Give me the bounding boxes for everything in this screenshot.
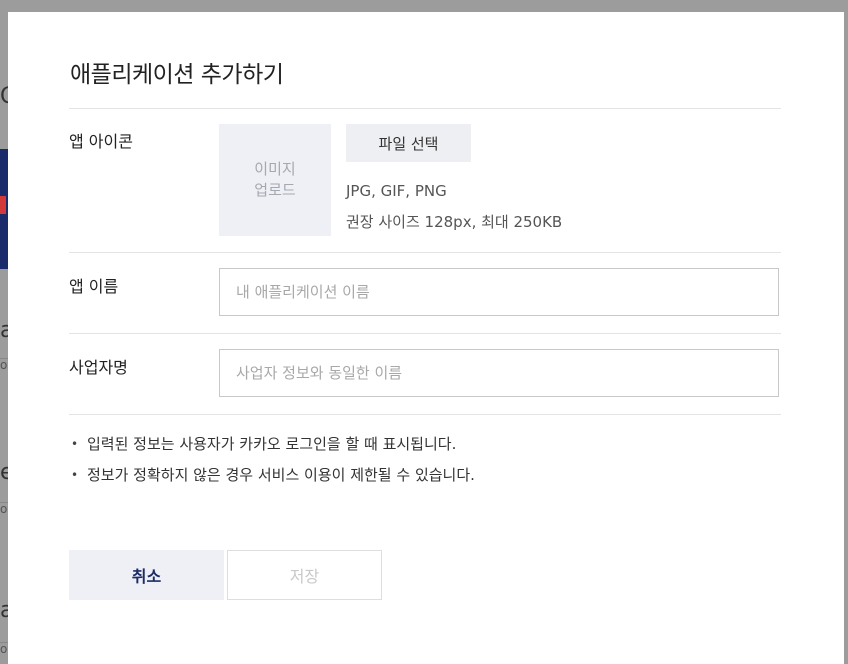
background-text: C: [0, 86, 8, 108]
image-size-hint: 권장 사이즈 128px, 최대 250KB: [346, 213, 563, 231]
app-name-input[interactable]: [219, 268, 779, 316]
background-subtext: o: [0, 358, 8, 371]
bullet-icon: •: [71, 437, 79, 451]
add-application-dialog: 애플리케이션 추가하기 앱 아이콘 이미지 업로드 파일 선택 JPG, GIF…: [8, 12, 844, 664]
upload-text-line1: 이미지: [254, 160, 296, 178]
background-subtext: o: [0, 502, 8, 515]
upload-text-line2: 업로드: [254, 181, 296, 199]
divider: [69, 333, 781, 334]
company-name-input[interactable]: [219, 349, 779, 397]
background-subtext: o: [0, 642, 8, 655]
divider: [69, 252, 781, 253]
file-select-button[interactable]: 파일 선택: [346, 124, 471, 162]
background-text: es: [0, 462, 8, 484]
notice-list: • 입력된 정보는 사용자가 카카오 로그인을 할 때 표시됩니다. • 정보가…: [71, 432, 475, 494]
notice-item: • 정보가 정확하지 않은 경우 서비스 이용이 제한될 수 있습니다.: [71, 463, 475, 494]
background-banner-accent: [0, 196, 6, 214]
notice-text: 정보가 정확하지 않은 경우 서비스 이용이 제한될 수 있습니다.: [87, 466, 475, 484]
divider: [69, 414, 781, 415]
company-name-label: 사업자명: [69, 358, 128, 377]
cancel-button[interactable]: 취소: [69, 550, 224, 600]
image-upload-area[interactable]: 이미지 업로드: [219, 124, 331, 236]
background-text: a: [0, 600, 8, 622]
background-text: a: [0, 320, 8, 342]
app-icon-label: 앱 아이콘: [69, 132, 133, 151]
notice-text: 입력된 정보는 사용자가 카카오 로그인을 할 때 표시됩니다.: [87, 435, 457, 453]
save-button[interactable]: 저장: [227, 550, 382, 600]
image-format-hint: JPG, GIF, PNG: [346, 182, 447, 200]
bullet-icon: •: [71, 468, 79, 482]
dialog-title: 애플리케이션 추가하기: [70, 62, 284, 88]
app-name-label: 앱 이름: [69, 277, 119, 296]
divider: [69, 108, 781, 109]
notice-item: • 입력된 정보는 사용자가 카카오 로그인을 할 때 표시됩니다.: [71, 432, 475, 463]
